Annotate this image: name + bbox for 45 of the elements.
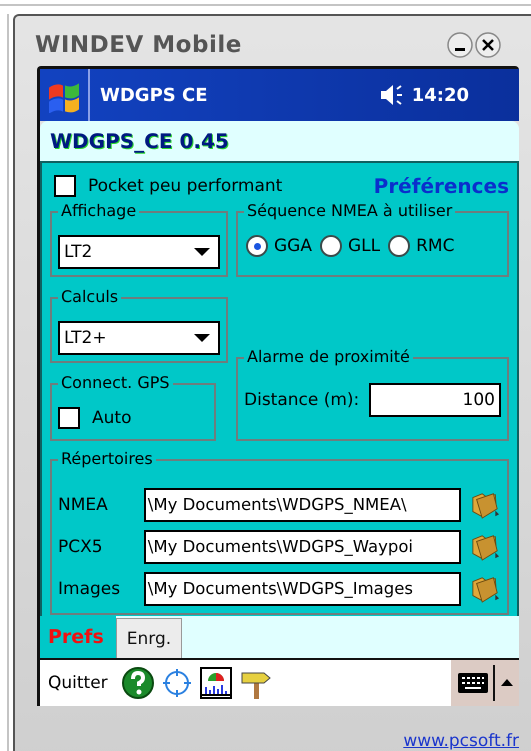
clock: 14:20 <box>412 84 469 106</box>
keyboard-icon[interactable] <box>457 670 489 696</box>
field-label: PCX5 <box>58 537 104 557</box>
dropdown[interactable]: LT2 <box>58 235 220 269</box>
group-label: Séquence NMEA à utiliser <box>244 200 456 222</box>
path-field[interactable]: \My Documents\WDGPS_NMEA\ <box>144 488 462 522</box>
group-label: Répertoires <box>58 448 156 470</box>
field-label: NMEA <box>58 495 109 515</box>
checkbox-label: Pocket peu performant <box>88 176 282 196</box>
chart-icon[interactable] <box>200 667 232 699</box>
crosshair-icon[interactable] <box>162 668 192 698</box>
path-field[interactable]: \My Documents\WDGPS_Waypoi <box>144 530 462 564</box>
quit-button[interactable]: Quitter <box>48 673 108 693</box>
folder-button[interactable] <box>471 532 501 562</box>
window-title: WINDEV Mobile <box>35 32 242 58</box>
folder-button[interactable] <box>471 574 501 604</box>
dropdown-value: LT2 <box>64 242 92 262</box>
dropdown-value: LT2+ <box>64 328 107 348</box>
radio-button[interactable] <box>388 235 410 257</box>
close-button[interactable] <box>475 32 501 58</box>
dropdown-arrow-icon <box>194 334 210 342</box>
checkbox[interactable] <box>54 175 76 197</box>
radio-button[interactable] <box>320 235 342 257</box>
app-title: WDGPS_CE 0.45 <box>50 129 229 153</box>
speaker-icon[interactable] <box>380 83 404 107</box>
tab[interactable]: Enrg. <box>116 618 182 658</box>
checkbox-label: Auto <box>92 408 132 428</box>
group-label: Alarme de proximité <box>244 346 413 368</box>
field-label: Images <box>58 579 122 599</box>
distance-field[interactable]: 100 <box>369 383 501 417</box>
folder-button[interactable] <box>471 490 501 520</box>
radio-label: RMC <box>416 236 454 256</box>
checkbox[interactable] <box>58 407 80 429</box>
path-field[interactable]: \My Documents\WDGPS_Images <box>144 572 462 606</box>
app-name: WDGPS CE <box>100 84 208 106</box>
radio-label: GLL <box>348 236 380 256</box>
section-heading: Préférences <box>374 174 509 198</box>
radio-label: GGA <box>274 236 312 256</box>
dropdown[interactable]: LT2+ <box>58 321 220 355</box>
field-label: Distance (m): <box>244 390 360 410</box>
radio-button[interactable] <box>246 235 268 257</box>
website-link[interactable]: www.pcsoft.fr <box>403 731 519 751</box>
dropdown-arrow-icon <box>194 248 210 256</box>
minimize-button[interactable] <box>447 32 473 58</box>
help-icon[interactable] <box>122 667 154 699</box>
